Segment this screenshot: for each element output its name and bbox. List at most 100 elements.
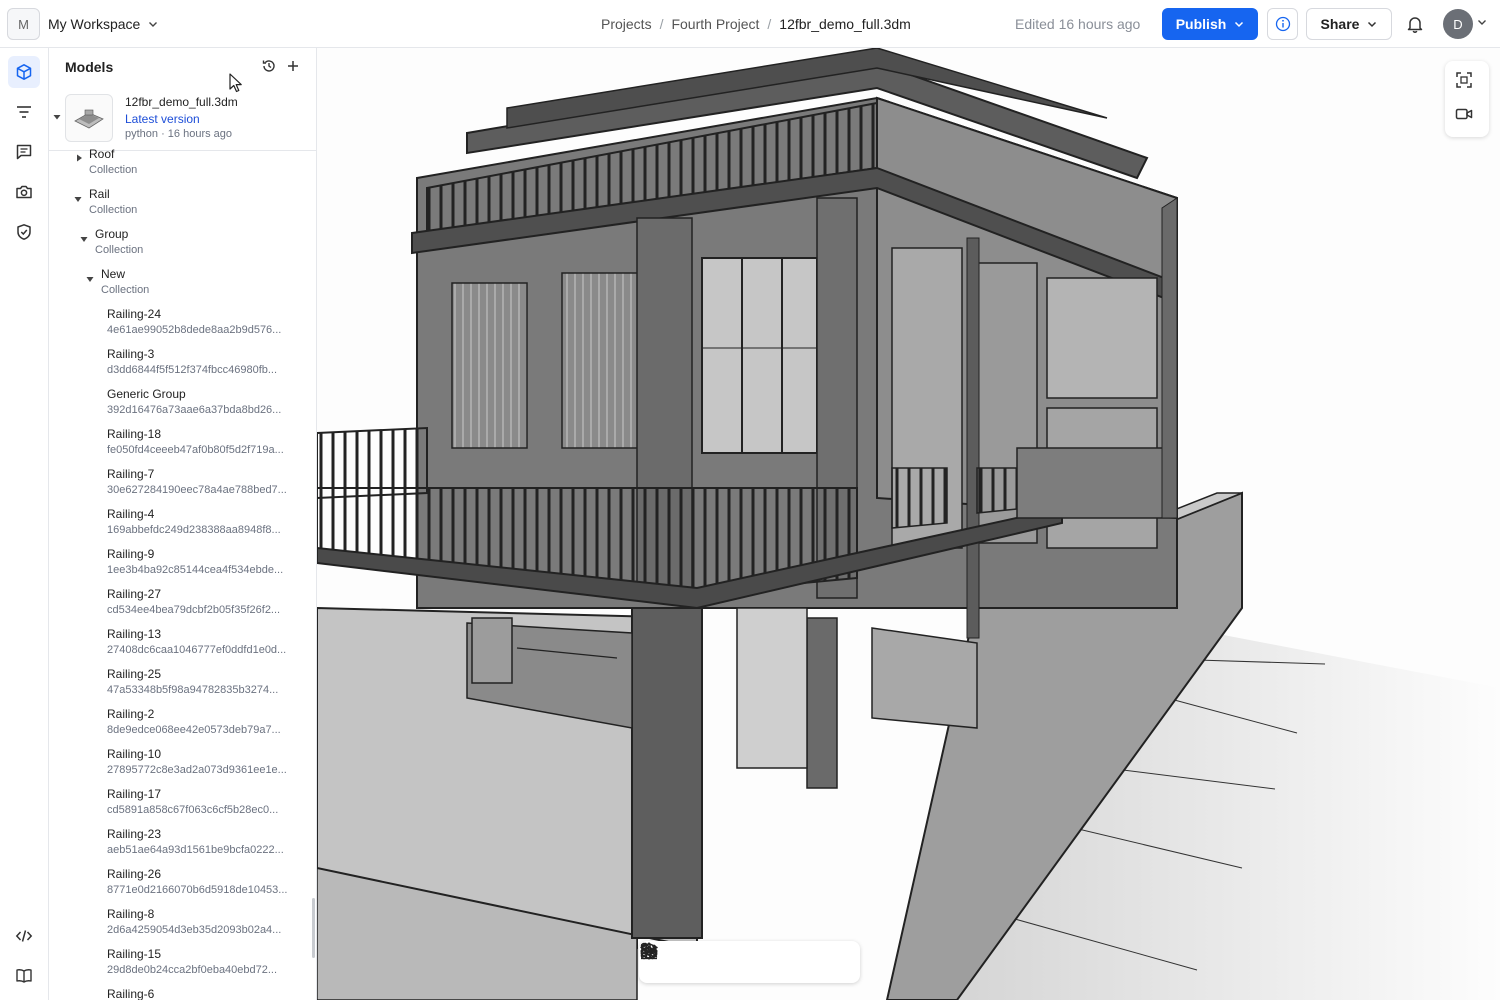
tree-node-object[interactable]: Railing-9 1ee3b4ba92c85144cea4f534ebde... [107, 546, 301, 578]
layers-button[interactable] [640, 942, 746, 976]
workspace-avatar[interactable]: M [7, 8, 40, 40]
chevron-down-icon[interactable] [1477, 17, 1487, 27]
tree-node-object[interactable]: Railing-18 fe050fd4ceeeb47af0b80f5d2f719a… [107, 426, 301, 458]
rail-comments-button[interactable] [8, 136, 40, 168]
zoom-extents-button[interactable] [1455, 71, 1479, 95]
rail-models-button[interactable] [8, 56, 40, 88]
tree-node-object[interactable]: Railing-3 d3dd6844f5f512f374fbcc46980fb..… [107, 346, 301, 378]
tree-node-object[interactable]: Railing-2 8de9edce068ee42e0573deb79a7... [107, 706, 301, 738]
tree-node-id: 47a53348b5f98a94782835b3274... [107, 684, 279, 696]
publish-button[interactable]: Publish [1162, 8, 1258, 40]
models-panel: Models 12fbr_demo_full.3dm Latest versio… [49, 48, 317, 1000]
panel-scrollbar[interactable] [312, 898, 315, 958]
tree-node-object[interactable]: Railing-25 47a53348b5f98a94782835b3274... [107, 666, 301, 698]
caret-down-icon[interactable] [74, 196, 82, 203]
tree-node-id: 392d16476a73aae6a37bda8bd26... [107, 404, 282, 416]
library-icon [641, 944, 658, 960]
tree-node-object[interactable]: Railing-17 cd5891a858c67f063c6cf5b28ec0..… [107, 786, 301, 818]
rail-filters-button[interactable] [8, 96, 40, 128]
panel-title: Models [65, 59, 114, 75]
tree-node-object[interactable]: Railing-4 169abbefdc249d238388aa8948f8... [107, 506, 301, 538]
book-icon [16, 969, 32, 983]
tree-node-name: Railing-7 [107, 467, 155, 481]
tree-node-type: Collection [101, 284, 150, 296]
tree-node-id: 8de9edce068ee42e0573deb79a7... [107, 724, 281, 736]
camera-view-button[interactable] [1455, 105, 1479, 129]
breadcrumb-file[interactable]: 12fbr_demo_full.3dm [779, 16, 911, 32]
tree-node-name: Railing-25 [107, 667, 162, 681]
left-rail [0, 48, 49, 1000]
breadcrumb-projects[interactable]: Projects [601, 16, 652, 32]
tree-node-id: d3dd6844f5f512f374fbcc46980fb... [107, 364, 278, 376]
tree-node-collection[interactable]: Group Collection [95, 226, 143, 258]
tree-node-type: Collection [89, 164, 138, 176]
rail-checks-button[interactable] [8, 216, 40, 248]
top-bar: M My Workspace Projects / Fourth Project… [0, 0, 1500, 48]
tree-node-id: 8771e0d2166070b6d5918de10453... [107, 884, 288, 896]
tree-node-id: 4e61ae99052b8dede8aa2b9d576... [107, 324, 282, 336]
tree-node-object[interactable]: Railing-27 cd534ee4bea79dcbf2b05f35f26f2.… [107, 586, 301, 618]
rail-views-button[interactable] [8, 176, 40, 208]
tree-node-object[interactable]: Railing-15 29d8de0b24cca2bf0eba40ebd72... [107, 946, 301, 978]
tree-node-object[interactable]: Generic Group 392d16476a73aae6a37bda8bd26… [107, 386, 301, 418]
tree-node-id: 27408dc6caa1046777ef0ddfd1e0d... [107, 644, 287, 656]
building-model-render[interactable] [317, 48, 1500, 1000]
breadcrumb: Projects / Fourth Project / 12fbr_demo_f… [601, 16, 911, 32]
bell-icon [1407, 17, 1423, 33]
model-card[interactable]: 12fbr_demo_full.3dm Latest version pytho… [49, 88, 316, 151]
light-button[interactable] [640, 942, 816, 976]
publish-label: Publish [1175, 16, 1227, 32]
chevron-down-icon [1368, 21, 1377, 28]
tree-node-id: 27895772c8e3ad2a073d9361ee1e... [107, 764, 287, 776]
tree-node-name: Group [95, 227, 129, 241]
tree-node-collection[interactable]: Rail Collection [89, 186, 137, 218]
section-button[interactable] [640, 942, 711, 976]
camera-icon [16, 185, 32, 199]
panel-actions [261, 58, 301, 74]
user-avatar[interactable]: D [1443, 9, 1473, 39]
tree-node-collection[interactable]: Roof Collection [89, 146, 137, 178]
tree-node-name: New [101, 267, 126, 281]
tree-node-object[interactable]: Railing-13 27408dc6caa1046777ef0ddfd1e0d.… [107, 626, 301, 658]
caret-down-icon[interactable] [53, 113, 61, 121]
breadcrumb-separator: / [659, 16, 664, 32]
add-model-icon[interactable] [285, 58, 301, 74]
info-button[interactable] [1267, 8, 1298, 40]
3d-viewer[interactable] [317, 48, 1500, 1000]
chevron-down-icon [149, 22, 158, 27]
tree-node-id: 29d8de0b24cca2bf0eba40ebd72... [107, 964, 278, 976]
viewer-toolbar [639, 941, 860, 983]
model-version[interactable]: Latest version [125, 112, 200, 126]
share-button[interactable]: Share [1306, 8, 1392, 40]
tree-node-object[interactable]: Railing-6 [107, 986, 154, 1000]
history-icon[interactable] [261, 58, 277, 74]
rail-developer-button[interactable] [8, 920, 40, 952]
tree-node-object[interactable]: Railing-23 aeb51ae64a93d1561be9bcfa0222..… [107, 826, 301, 858]
breadcrumb-project[interactable]: Fourth Project [671, 16, 759, 32]
workspace-name: My Workspace [48, 16, 141, 32]
tree-node-name: Railing-4 [107, 507, 155, 521]
tree-node-collection[interactable]: New Collection [101, 266, 149, 298]
breadcrumb-separator: / [767, 16, 772, 32]
workspace-switcher[interactable]: My Workspace [48, 16, 158, 32]
tree-node-object[interactable]: Railing-8 2d6a4259054d3eb35d2093b02a4... [107, 906, 301, 938]
tree-node-id: 169abbefdc249d238388aa8948f8... [107, 524, 281, 536]
tree-node-object[interactable]: Railing-7 30e627284190eec78a4ae788bed7... [107, 466, 301, 498]
tree-node-name: Railing-6 [107, 987, 155, 1000]
view-controls [1445, 61, 1489, 137]
tree-node-name: Roof [89, 147, 115, 161]
caret-down-icon[interactable] [80, 236, 88, 243]
tree-node-object[interactable]: Railing-26 8771e0d2166070b6d5918de10453..… [107, 866, 301, 898]
zoom-extents-icon [1456, 72, 1472, 88]
tree-node-object[interactable]: Railing-24 4e61ae99052b8dede8aa2b9d576... [107, 306, 301, 338]
library-button[interactable] [641, 944, 851, 976]
tree-node-object[interactable]: Railing-10 27895772c8e3ad2a073d9361ee1e..… [107, 746, 301, 778]
model-name: 12fbr_demo_full.3dm [125, 95, 238, 109]
caret-down-icon[interactable] [86, 276, 94, 283]
rail-docs-button[interactable] [8, 960, 40, 992]
view-modes-button[interactable] [640, 945, 781, 976]
tree-node-type: Collection [95, 244, 144, 256]
caret-right-icon[interactable] [76, 154, 83, 162]
model-meta: python · 16 hours ago [125, 128, 233, 140]
notifications-button[interactable] [1404, 13, 1426, 35]
